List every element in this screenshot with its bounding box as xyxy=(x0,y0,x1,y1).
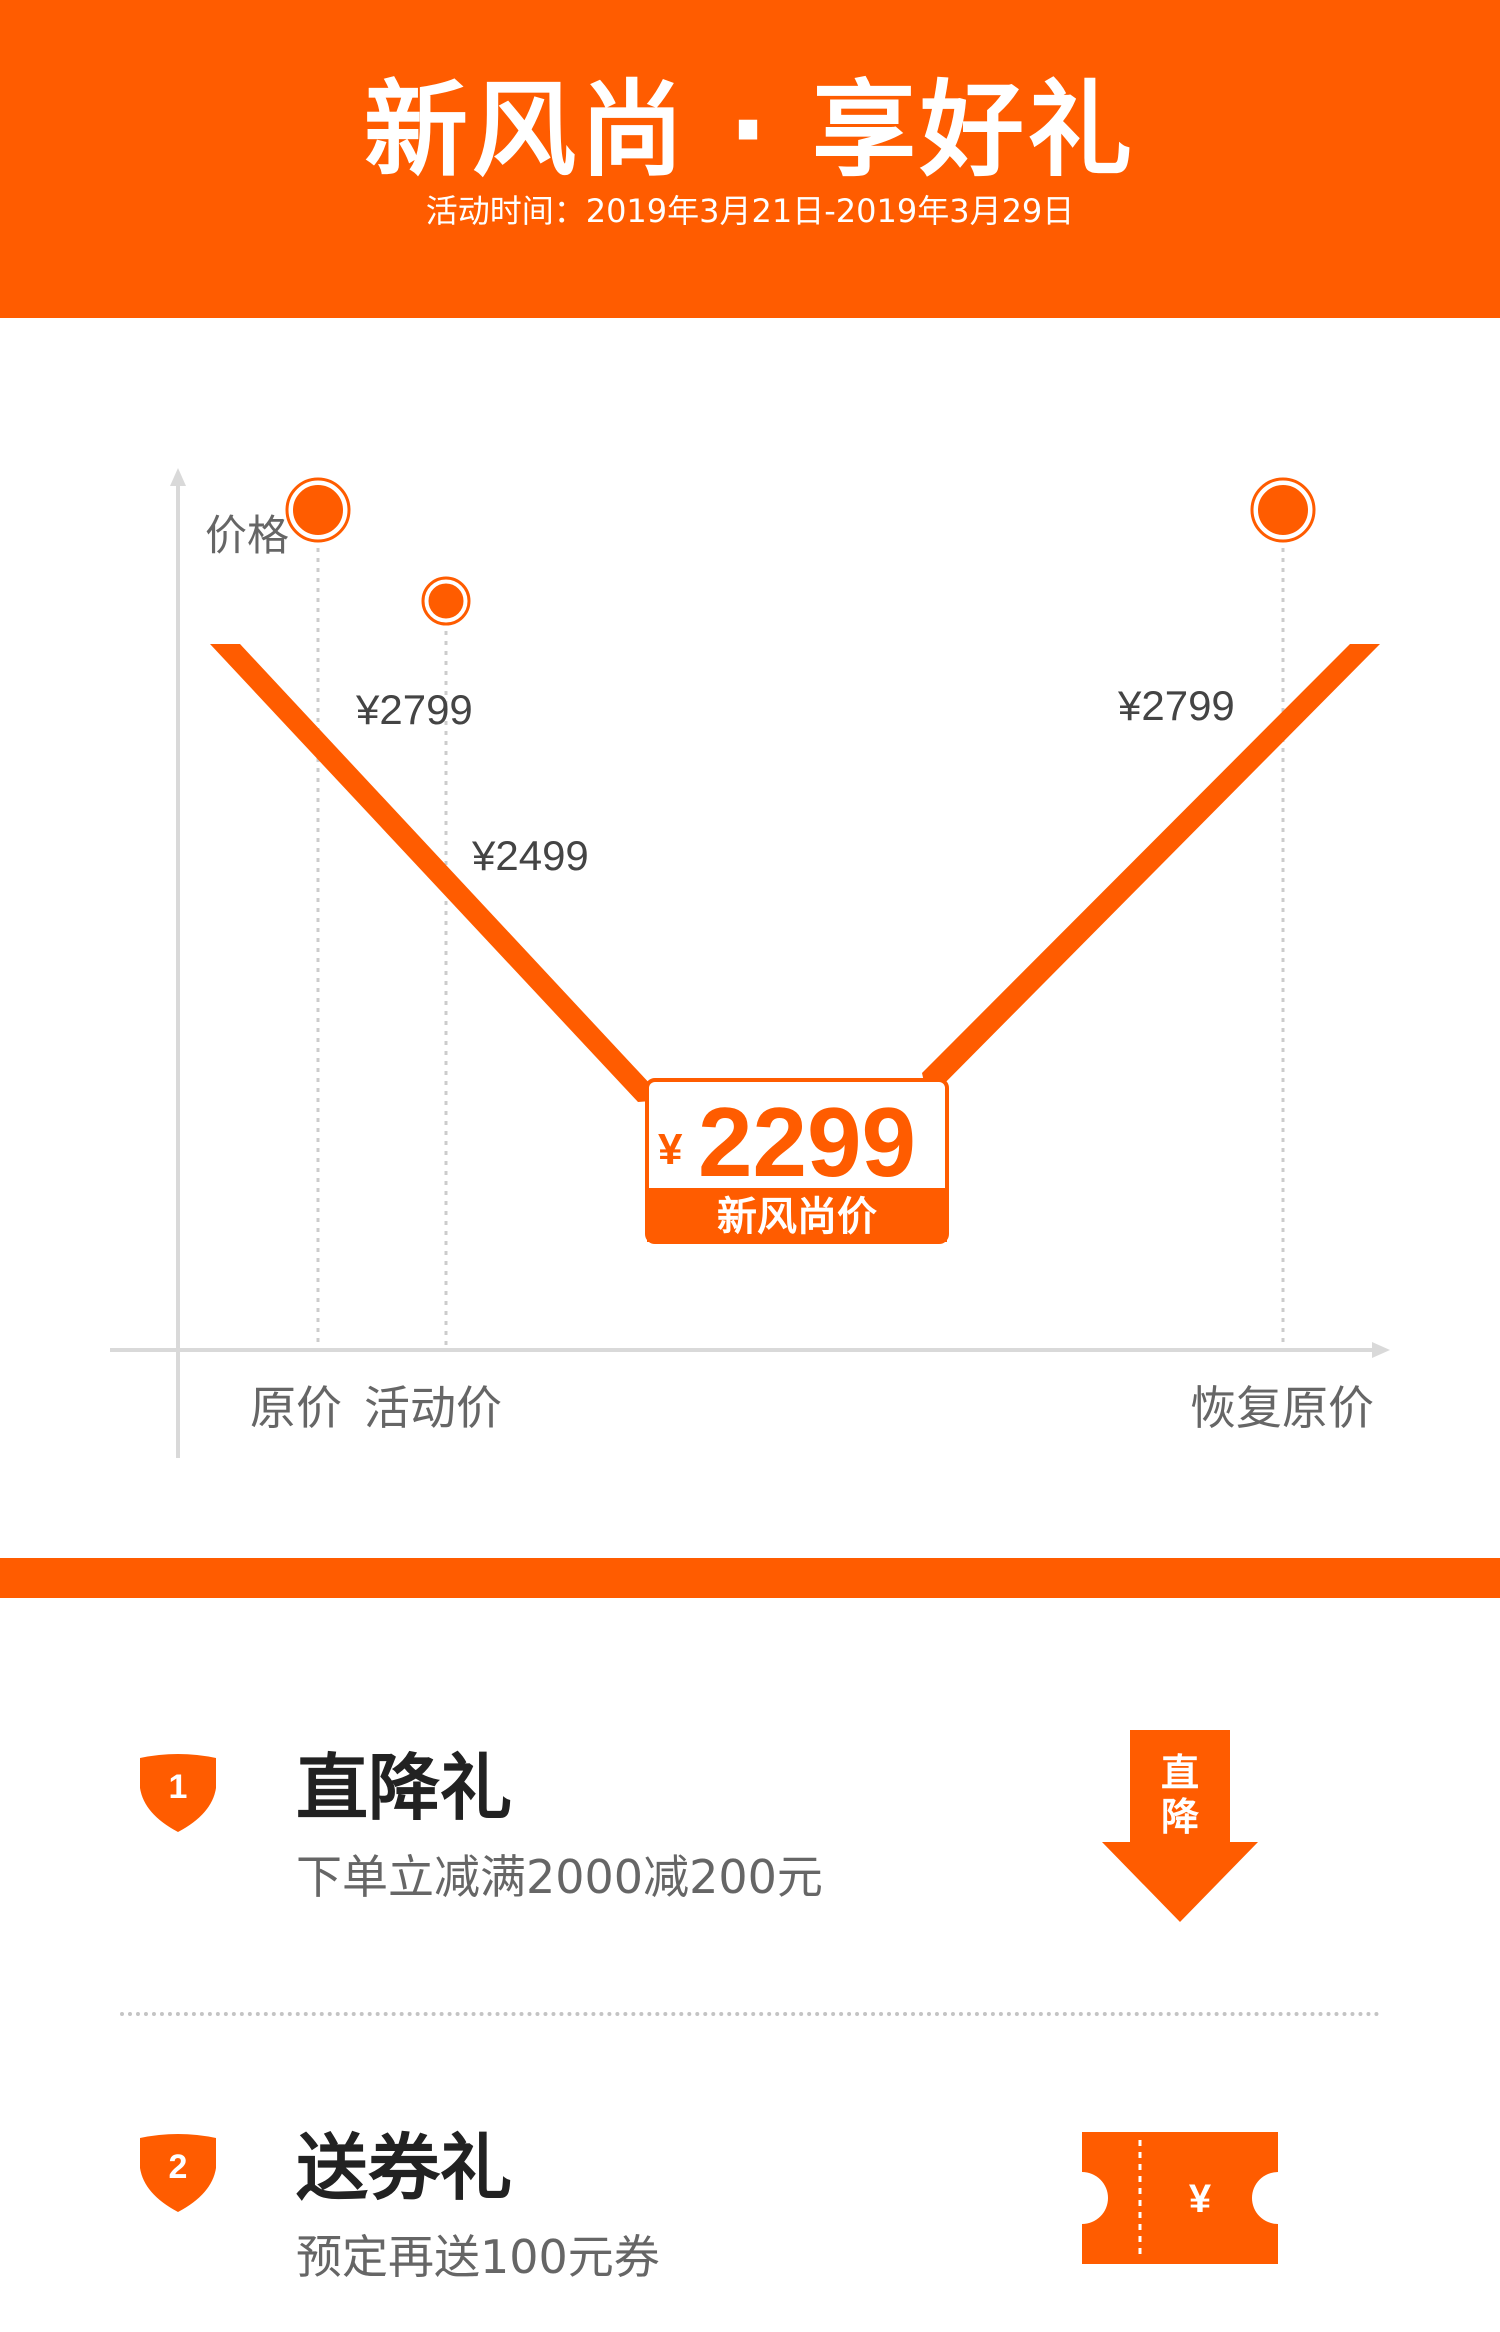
number-badge-icon: 1 xyxy=(140,1754,216,1832)
highlight-label: 新风尚价 xyxy=(717,1195,877,1239)
gift-description: 下单立减满2000减200元 xyxy=(296,1850,823,1904)
point-label-original: ¥2799 xyxy=(355,686,473,733)
section-divider xyxy=(0,1558,1500,1598)
event-period: 活动时间：2019年3月21日-2019年3月29日 xyxy=(425,192,1075,230)
x-label-restore: 恢复原价 xyxy=(1190,1382,1374,1434)
badge-number: 1 xyxy=(169,1768,188,1806)
data-point-original xyxy=(287,479,349,541)
gift-item-coupon: 2 送券礼 预定再送100元券 ¥ xyxy=(0,2132,1500,2332)
gift-title: 直降礼 xyxy=(296,1746,513,1830)
arrow-down-icon: 直 降 xyxy=(1102,1730,1258,1922)
page-title: 新风尚 · 享好礼 xyxy=(364,69,1136,191)
highlight-price-box: ¥ 2299 新风尚价 xyxy=(645,1078,949,1244)
gift-title: 送券礼 xyxy=(296,2126,513,2210)
data-point-activity xyxy=(423,578,469,624)
coupon-symbol: ¥ xyxy=(1189,2177,1212,2221)
point-label-activity: ¥2499 xyxy=(471,832,589,879)
x-label-activity: 活动价 xyxy=(364,1382,502,1434)
highlight-currency: ¥ xyxy=(658,1125,683,1174)
point-label-restore: ¥2799 xyxy=(1117,682,1235,729)
gift-item-direct-discount: 1 直降礼 下单立减满2000减200元 直 降 xyxy=(0,1730,1500,1952)
data-point-restore xyxy=(1252,479,1314,541)
y-axis-arrow xyxy=(170,468,186,486)
y-axis-label: 价格 xyxy=(205,512,289,559)
coupon-ticket-icon: ¥ xyxy=(1082,2132,1278,2264)
number-badge-icon: 2 xyxy=(140,2134,216,2212)
highlight-price: 2299 xyxy=(698,1087,916,1197)
arrow-label-2: 降 xyxy=(1161,1797,1199,1839)
gift-separator xyxy=(120,2012,1380,2016)
x-axis-arrow xyxy=(1372,1342,1390,1358)
gift-description: 预定再送100元券 xyxy=(296,2230,660,2284)
header-banner: 新风尚 · 享好礼 活动时间：2019年3月21日-2019年3月29日 xyxy=(0,0,1500,318)
data-points xyxy=(285,477,1316,626)
price-trend-chart: 价格 ¥2799 ¥2499 ¥2799 ¥ 2299 新风尚价 原价 活动价 … xyxy=(110,468,1390,1458)
x-label-original: 原价 xyxy=(250,1382,342,1434)
arrow-label-1: 直 xyxy=(1161,1753,1199,1795)
badge-number: 2 xyxy=(169,2148,188,2186)
